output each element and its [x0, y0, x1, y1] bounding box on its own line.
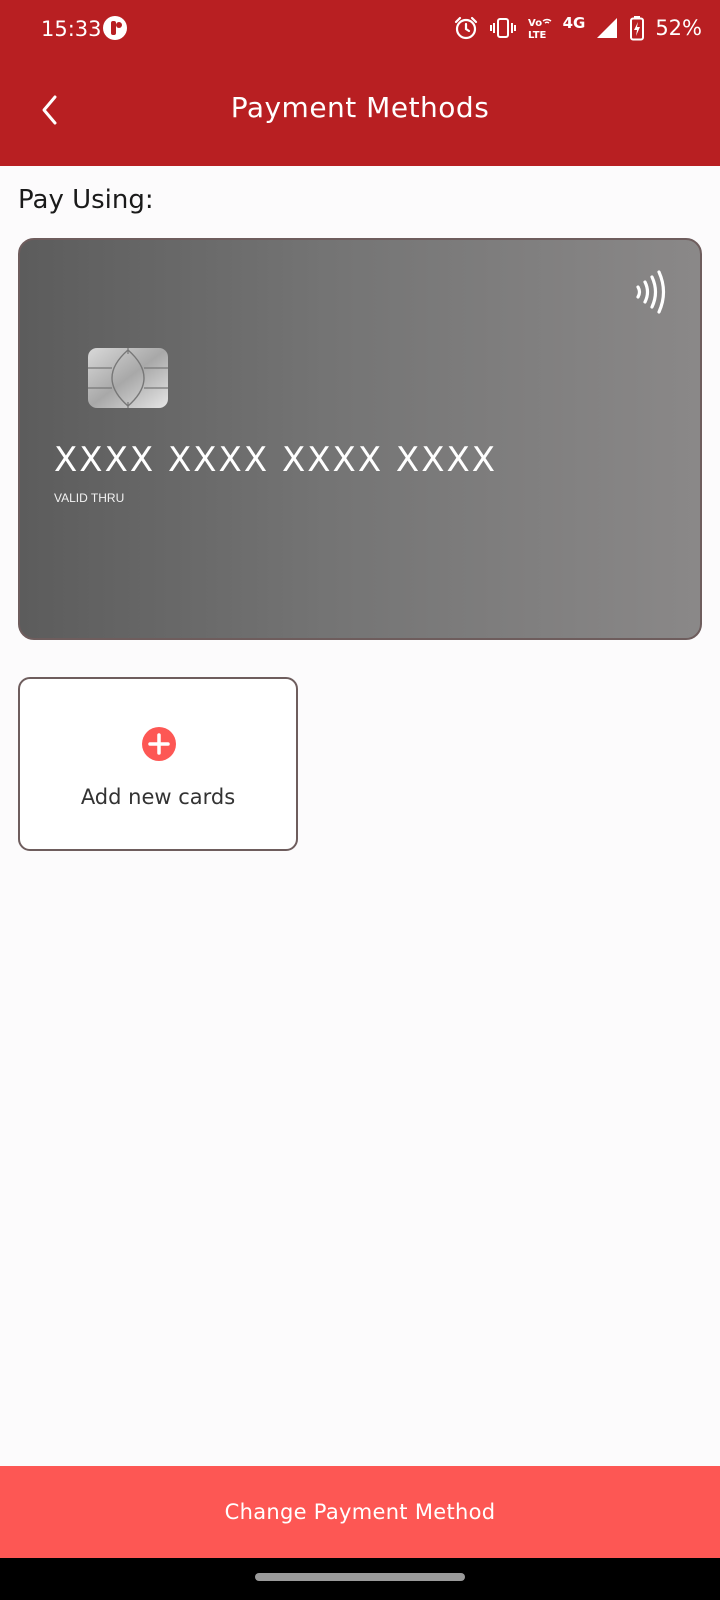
card-number: XXXX XXXX XXXX XXXX: [54, 440, 498, 480]
battery-percentage: 52%: [655, 16, 702, 40]
battery-charging-icon: [629, 15, 645, 41]
add-new-card-button[interactable]: Add new cards: [18, 677, 298, 851]
svg-text:Vo: Vo: [528, 18, 542, 29]
svg-text:LTE: LTE: [528, 30, 547, 41]
home-indicator[interactable]: [255, 1573, 465, 1581]
add-new-card-label: Add new cards: [80, 785, 236, 809]
vibrate-icon: [489, 16, 517, 40]
status-time: 15:33: [41, 17, 102, 41]
pay-using-label: Pay Using:: [18, 185, 154, 215]
network-type-label: 4G: [562, 14, 586, 32]
valid-thru-label: VALID THRU: [54, 491, 125, 505]
app-bar: 15:33 Vo LTE 4G 52% Payment Methods: [0, 0, 720, 166]
app-notification-icon: [102, 15, 128, 41]
system-navigation-bar: [0, 1558, 720, 1600]
page-title: Payment Methods: [230, 91, 490, 124]
alarm-icon: [453, 15, 479, 41]
plus-circle-icon: [142, 727, 176, 761]
change-payment-method-button[interactable]: Change Payment Method: [0, 1466, 720, 1558]
contactless-icon: [634, 270, 670, 319]
payment-card[interactable]: XXXX XXXX XXXX XXXX VALID THRU: [18, 238, 702, 640]
signal-icon: [595, 16, 619, 40]
volte-icon: Vo LTE: [527, 15, 553, 41]
card-chip-icon: [88, 348, 168, 408]
status-icons: Vo LTE 4G 52%: [453, 12, 702, 44]
